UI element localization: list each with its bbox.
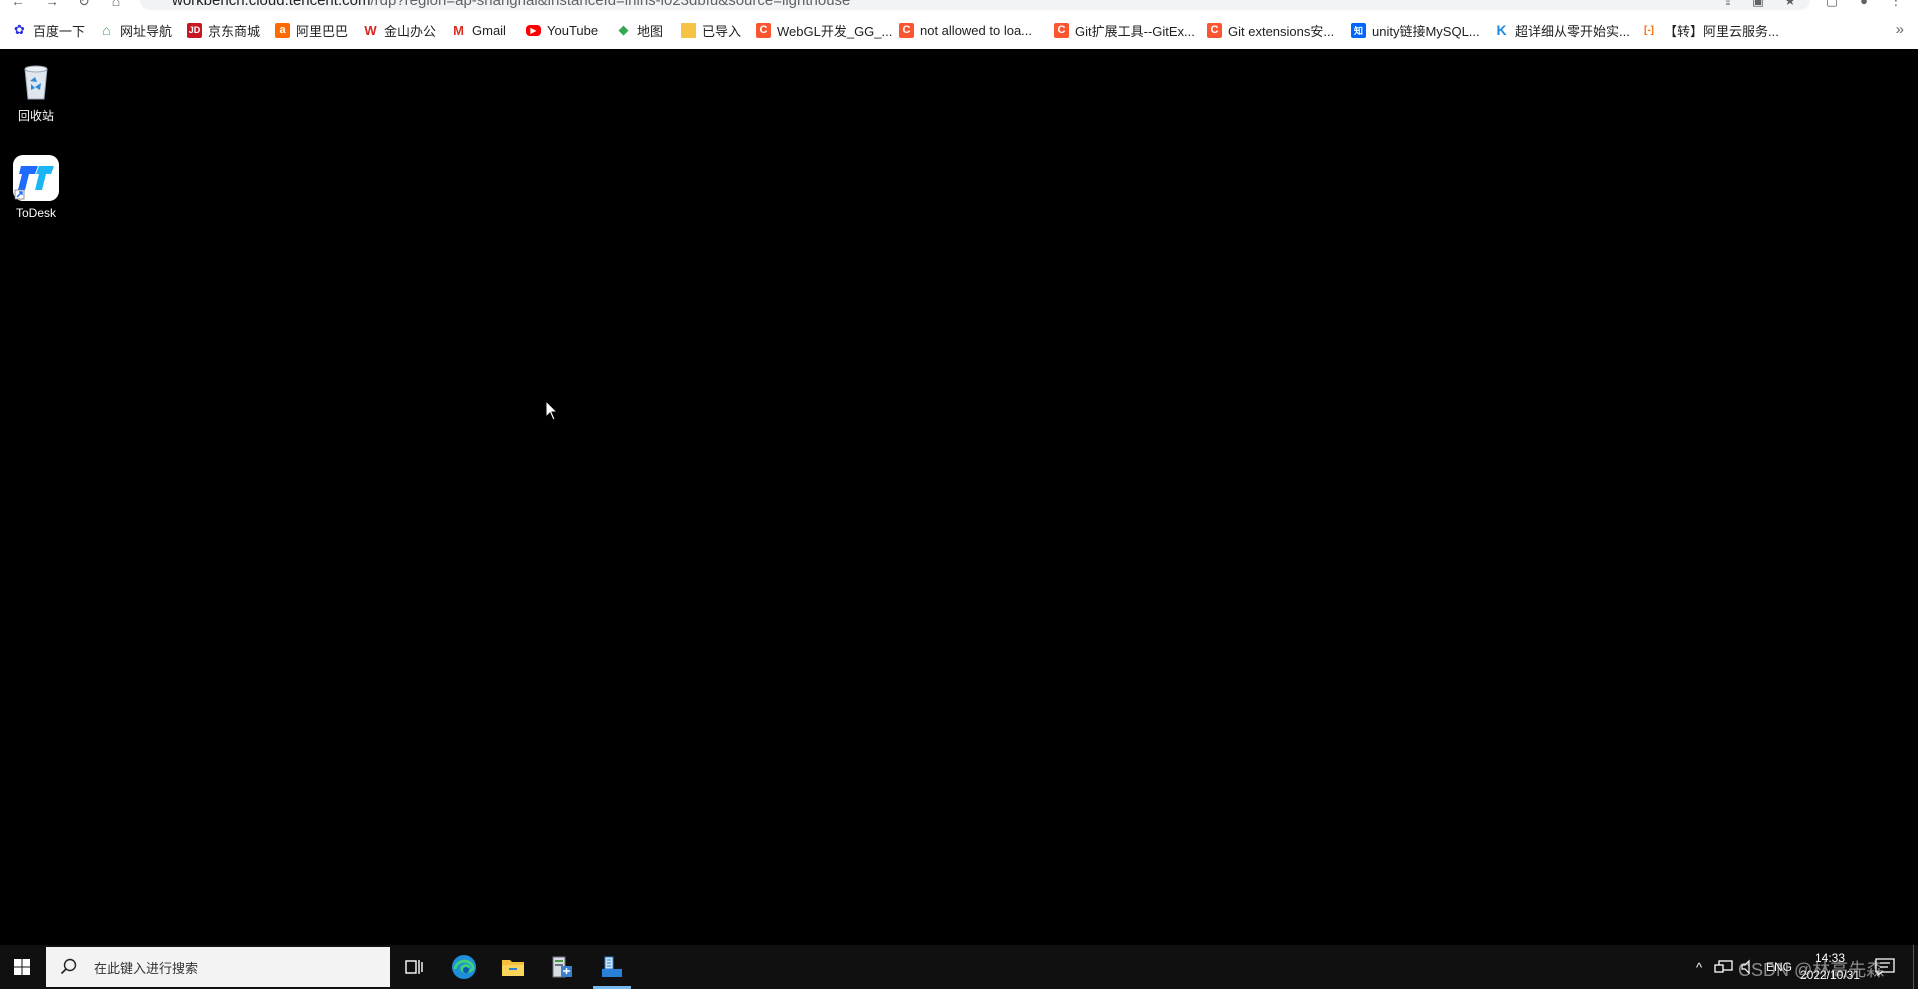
bookmark-label: 百度一下 <box>33 23 86 39</box>
bookmark-jd[interactable]: JD 京东商城 <box>187 18 260 42</box>
forward-icon[interactable]: → <box>44 0 60 9</box>
csdn-icon: C <box>899 22 914 38</box>
start-button[interactable] <box>0 945 44 989</box>
file-explorer-icon <box>502 960 524 976</box>
server-manager-icon <box>552 956 572 978</box>
bookmark-unity-mysql[interactable]: 知 unity链接MySQL... <box>1351 18 1480 42</box>
profile-icon[interactable]: ● <box>1856 0 1872 9</box>
bookmark-label: 超详细从零开始实... <box>1515 23 1630 39</box>
remote-desktop-icon <box>602 956 622 977</box>
bookmark-maps[interactable]: ◆ 地图 <box>616 18 664 42</box>
task-view-button[interactable] <box>392 945 438 989</box>
reload-icon[interactable]: ↻ <box>76 0 92 9</box>
bookmark-label: 【转】阿里云服务... <box>1664 23 1779 39</box>
bookmark-label: 京东商城 <box>208 23 261 39</box>
baidu-icon: ✿ <box>14 22 25 37</box>
bookmark-label: WebGL开发_GG_... <box>777 23 893 39</box>
bookmark-not-allowed[interactable]: C not allowed to loa... <box>899 18 1032 42</box>
bookmark-from-scratch[interactable]: K 超详细从零开始实... <box>1494 18 1630 42</box>
address-path: /rdp?region=ap-shanghai&instanceId=lhins… <box>370 0 851 9</box>
wps-icon: W <box>364 22 377 38</box>
mouse-cursor-icon <box>545 400 559 421</box>
k-icon: K <box>1496 22 1507 38</box>
bookmark-label: unity链接MySQL... <box>1372 23 1480 39</box>
taskbar-file-explorer[interactable] <box>490 945 536 989</box>
bookmark-label: 地图 <box>637 23 664 39</box>
taskbar: 在此键入进行搜索 ^ ENG 14:33 2022/10/31 <box>0 945 1918 989</box>
search-placeholder: 在此键入进行搜索 <box>94 960 199 976</box>
bookmark-youtube[interactable]: ▶ YouTube <box>526 18 598 42</box>
bookmark-label: 金山办公 <box>384 23 437 39</box>
aliyun-icon: [-] <box>1644 24 1654 36</box>
bookmark-star-icon[interactable]: ★ <box>1782 0 1798 9</box>
remote-desktop: 回收站 ToDesk <box>0 49 1918 945</box>
edge-icon <box>452 955 476 979</box>
bookmarks-bar: ✿ 百度一下 ⌂ 网址导航 JD 京东商城 a 阿里巴巴 W 金山办公 M Gm… <box>0 18 1918 42</box>
back-icon[interactable]: ← <box>10 0 26 9</box>
bookmark-label: 阿里巴巴 <box>296 23 349 39</box>
csdn-icon: C <box>1207 22 1222 38</box>
youtube-icon: ▶ <box>526 24 541 36</box>
csdn-watermark: CSDN @林高先森 <box>1738 960 1885 980</box>
windows-logo-icon <box>14 959 30 975</box>
recycle-bin-icon <box>24 65 48 100</box>
maps-icon: ◆ <box>618 22 629 37</box>
bookmark-wps[interactable]: W 金山办公 <box>363 18 436 42</box>
jd-icon: JD <box>187 22 202 38</box>
show-desktop-button[interactable] <box>1913 945 1918 989</box>
desktop-icon-label: 回收站 <box>17 109 54 123</box>
bookmark-label: not allowed to loa... <box>920 22 1033 38</box>
bookmark-webgl[interactable]: C WebGL开发_GG_... <box>756 18 892 42</box>
search-icon <box>60 958 77 975</box>
bookmark-baidu[interactable]: ✿ 百度一下 <box>12 18 85 42</box>
bookmark-hao123[interactable]: ⌂ 网址导航 <box>99 18 172 42</box>
home-icon[interactable]: ⌂ <box>108 0 124 9</box>
bookmark-gmail[interactable]: M Gmail <box>451 18 506 42</box>
folder-icon <box>681 22 696 38</box>
bookmark-label: 已导入 <box>702 23 742 39</box>
gmail-icon: M <box>453 22 464 38</box>
bookmark-alibaba[interactable]: a 阿里巴巴 <box>275 18 348 42</box>
network-icon[interactable] <box>1714 959 1734 975</box>
bookmark-label: 网址导航 <box>120 23 173 39</box>
csdn-icon: C <box>1054 22 1069 38</box>
todesk-icon <box>13 155 59 201</box>
screen: ← → ↻ ⌂ workbench.cloud.tencent.com/rdp?… <box>0 0 1918 989</box>
bookmarks-overflow-icon[interactable]: » <box>1896 21 1904 38</box>
browser-toolbar: ← → ↻ ⌂ workbench.cloud.tencent.com/rdp?… <box>0 0 1918 12</box>
taskbar-search-box[interactable]: 在此键入进行搜索 <box>46 947 390 987</box>
chevron-up-icon[interactable]: ^ <box>1688 960 1710 975</box>
bookmark-label: Git扩展工具--GitEx... <box>1075 23 1195 39</box>
taskbar-server-manager[interactable] <box>539 945 585 989</box>
address-url[interactable]: workbench.cloud.tencent.com/rdp?region=a… <box>172 0 850 9</box>
desktop-icon-todesk[interactable]: ToDesk <box>0 154 72 220</box>
task-view-icon <box>405 960 423 974</box>
hao123-icon: ⌂ <box>102 22 111 38</box>
bookmark-label: Gmail <box>472 22 506 38</box>
csdn-icon: C <box>756 22 771 38</box>
bookmark-gitex-tools[interactable]: C Git扩展工具--GitEx... <box>1054 18 1195 42</box>
desktop-icon-recycle-bin[interactable]: 回收站 <box>0 59 72 124</box>
bookmark-git-extensions[interactable]: C Git extensions安... <box>1207 18 1334 42</box>
bookmark-label: Git extensions安... <box>1228 23 1335 39</box>
install-icon[interactable]: ▣ <box>1750 0 1766 9</box>
bookmark-aliyun[interactable]: [-] 【转】阿里云服务... <box>1640 18 1779 42</box>
extensions-icon[interactable]: ▢ <box>1824 0 1840 9</box>
taskbar-remote-desktop[interactable] <box>589 945 635 989</box>
bookmark-label: YouTube <box>547 22 599 38</box>
bookmark-folder-imported[interactable]: 已导入 <box>681 18 741 42</box>
browser-chrome: ← → ↻ ⌂ workbench.cloud.tencent.com/rdp?… <box>0 0 1918 49</box>
desktop-icon-label: ToDesk <box>15 206 56 220</box>
alibaba-icon: a <box>275 22 290 38</box>
address-bar[interactable]: workbench.cloud.tencent.com/rdp?region=a… <box>140 0 1810 10</box>
menu-icon[interactable]: ⋮ <box>1888 0 1904 9</box>
share-icon[interactable]: ⇪ <box>1720 0 1736 9</box>
taskbar-edge[interactable] <box>441 945 487 989</box>
zhihu-icon: 知 <box>1351 22 1366 38</box>
address-host: workbench.cloud.tencent.com <box>172 0 371 9</box>
